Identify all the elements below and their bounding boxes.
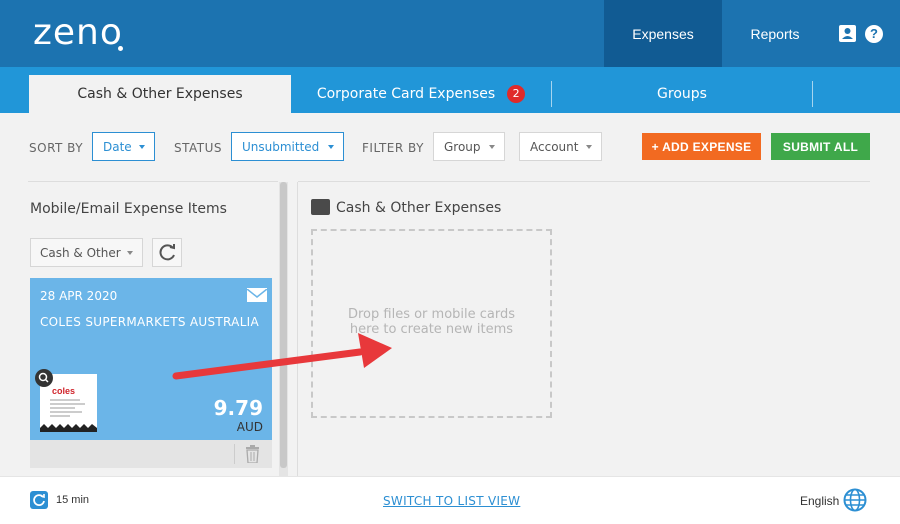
refresh-button[interactable] [152, 238, 182, 267]
caret-down-icon [139, 145, 145, 149]
sort-by-label: SORT BY [29, 141, 84, 155]
select-value: Group [444, 139, 481, 154]
filter-toolbar: SORT BY Date STATUS Unsubmitted FILTER B… [0, 113, 900, 181]
divider [297, 182, 298, 476]
panel-title: Mobile/Email Expense Items [30, 201, 227, 217]
drop-zone[interactable]: Drop files or mobile cards here to creat… [311, 229, 552, 418]
status-select[interactable]: Unsubmitted [231, 132, 344, 161]
card-date: 28 APR 2020 [40, 289, 118, 303]
dropzone-title: Cash & Other Expenses [336, 200, 502, 216]
refresh-icon [159, 244, 175, 261]
dropzone-hint: Drop files or mobile cards here to creat… [313, 307, 550, 337]
card-footer [30, 440, 272, 468]
group-select[interactable]: Group [433, 132, 505, 161]
submit-all-button[interactable]: SUBMIT ALL [771, 133, 870, 160]
divider [234, 444, 235, 464]
tab-label: Corporate Card Expenses [316, 86, 496, 102]
logo-dot [118, 46, 123, 51]
select-value: Date [103, 139, 132, 154]
select-value: Cash & Other [40, 245, 121, 260]
filter-by-label: FILTER BY [362, 141, 424, 155]
tab-divider [812, 81, 813, 107]
dropzone-hint-line: Drop files or mobile cards [347, 307, 516, 322]
dropzone-hint-line: here to create new items [349, 322, 514, 337]
tab-corporate-card[interactable]: Corporate Card Expenses 2 [291, 75, 551, 113]
divider [298, 181, 870, 182]
nav-reports[interactable]: Reports [722, 0, 828, 67]
tab-label: Cash & Other Expenses [77, 86, 243, 102]
card-merchant: COLES SUPERMARKETS AUSTRALIA [40, 315, 260, 329]
card-amount: 9.79 [213, 396, 263, 420]
switch-to-list-view-link[interactable]: SWITCH TO LIST VIEW [383, 494, 520, 508]
nav-expenses[interactable]: Expenses [604, 0, 722, 67]
tab-cash-other[interactable]: Cash & Other Expenses [29, 75, 291, 113]
add-expense-button[interactable]: + ADD EXPENSE [642, 133, 761, 160]
mobile-email-panel: Mobile/Email Expense Items Cash & Other … [0, 182, 298, 476]
tab-label: Groups [657, 86, 707, 102]
top-navbar: zeno Expenses Reports ? [0, 0, 900, 67]
select-value: Unsubmitted [242, 139, 320, 154]
account-select[interactable]: Account [519, 132, 602, 161]
caret-down-icon [489, 145, 495, 149]
user-icon[interactable] [839, 25, 856, 42]
tab-bar: Cash & Other Expenses Corporate Card Exp… [0, 67, 900, 113]
globe-icon[interactable] [843, 488, 867, 512]
sync-icon[interactable] [30, 491, 48, 509]
select-value: Account [530, 139, 579, 154]
trash-icon[interactable] [245, 445, 260, 464]
zeno-logo[interactable]: zeno [33, 12, 123, 53]
caret-down-icon [586, 145, 592, 149]
sync-interval: 15 min [56, 494, 90, 506]
scrollbar[interactable] [280, 182, 287, 468]
tab-groups[interactable]: Groups [552, 75, 812, 113]
email-icon [246, 288, 268, 302]
sort-by-select[interactable]: Date [92, 132, 155, 161]
language-label[interactable]: English [800, 494, 839, 508]
caret-down-icon [127, 251, 133, 255]
caret-down-icon [328, 145, 334, 149]
expense-type-select[interactable]: Cash & Other [30, 238, 143, 267]
card-currency: AUD [236, 420, 263, 434]
zoom-icon[interactable] [35, 369, 53, 387]
expense-card[interactable]: 28 APR 2020 COLES SUPERMARKETS AUSTRALIA… [30, 278, 272, 468]
status-label: STATUS [174, 141, 223, 155]
notification-badge: 2 [507, 85, 526, 103]
footer: 15 min SWITCH TO LIST VIEW English [0, 476, 900, 524]
help-icon[interactable]: ? [865, 25, 883, 43]
wallet-icon [311, 199, 330, 215]
